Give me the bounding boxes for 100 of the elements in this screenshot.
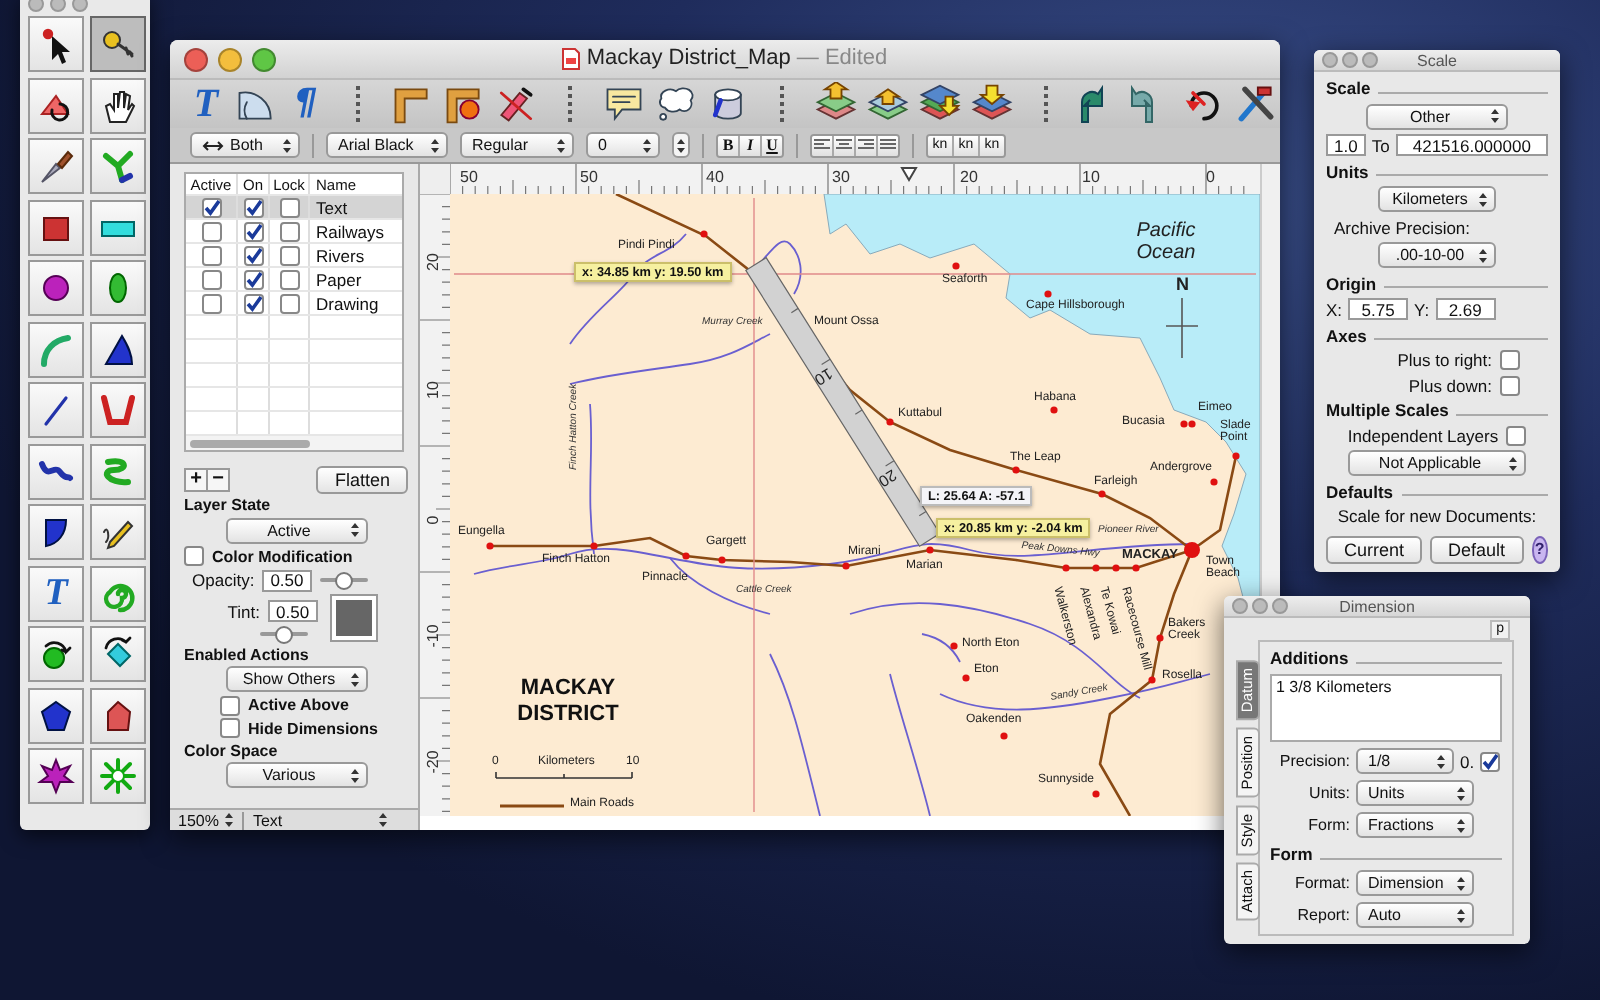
tool-button[interactable] [90,321,146,377]
scale-button[interactable]: Default [1430,535,1524,563]
precision-dropdown[interactable]: .00-10-00 [1378,242,1496,268]
tool-button[interactable] [28,626,84,682]
checkbox-label: Hide Dimensions [248,719,378,737]
enabled-actions-dropdown[interactable]: Show Others [225,666,367,692]
align-button[interactable] [878,135,898,155]
align-button[interactable] [834,135,856,155]
checkbox[interactable] [184,546,204,566]
add-layer-button[interactable]: + [186,469,208,489]
checkbox[interactable] [220,718,240,738]
opacity-field[interactable]: 0.50 [262,569,312,591]
checkbox[interactable] [279,269,299,289]
checkbox[interactable] [279,221,299,241]
font-dropdown[interactable]: Arial Black [326,132,448,158]
tint-field[interactable]: 0.50 [268,600,318,622]
help-button[interactable]: ? [1531,535,1548,563]
origin-x-field[interactable]: 5.75 [1348,298,1409,320]
tool-button[interactable] [28,748,84,804]
checkbox[interactable] [243,197,263,217]
scale-type-dropdown[interactable]: Other [1366,103,1508,129]
checkbox[interactable] [243,269,263,289]
checkbox[interactable] [243,221,263,241]
text-style-glyph[interactable]: T [186,84,226,124]
color-space-dropdown[interactable]: Various [225,762,367,788]
scale-button[interactable]: Current [1326,535,1423,563]
layer-row[interactable]: Railways [186,220,402,244]
multiple-scales-dropdown[interactable]: Not Applicable [1348,450,1526,476]
tool-button[interactable]: T [28,565,84,621]
checkbox[interactable] [201,269,221,289]
font-size-dropdown[interactable]: 0 [586,132,660,158]
toolbar-thought-bubble-button[interactable] [654,82,698,126]
remove-layer-button[interactable]: − [208,469,228,489]
tool-button[interactable] [28,443,84,499]
slider-thumb[interactable] [275,626,293,644]
tool-button[interactable] [28,16,84,72]
text-style-button[interactable]: B [718,135,740,155]
origin-y-field[interactable]: 2.69 [1435,298,1496,320]
units-dropdown[interactable]: Units [1356,780,1474,806]
checkbox[interactable] [243,293,263,313]
units-dropdown[interactable]: Kilometers [1378,186,1496,212]
tool-button[interactable] [28,687,84,743]
layer-row[interactable]: Rivers [186,244,402,268]
color-swatch[interactable] [329,594,378,642]
checkbox[interactable] [201,221,221,241]
tool-button[interactable] [28,138,84,194]
layer-dropdown[interactable]: Text [242,811,389,829]
tool-button[interactable] [90,626,146,682]
tool-button[interactable] [28,199,84,255]
additions-text-area[interactable]: 1 3/8 Kilometers [1270,674,1502,742]
tool-button[interactable] [28,77,84,133]
slider-thumb[interactable] [334,572,353,590]
checkbox[interactable] [1500,375,1520,395]
tool-button[interactable] [90,504,146,560]
checkbox[interactable] [201,293,221,313]
checkbox[interactable] [243,245,263,265]
scrollbar-thumb[interactable] [190,439,310,447]
toolbar-pencil-cross-button[interactable] [494,82,538,126]
tool-button[interactable] [28,260,84,316]
precision-dropdown[interactable]: 1/8 [1356,748,1454,774]
size-stepper[interactable] [672,132,690,158]
checkbox[interactable] [279,293,299,313]
toolbar-corner-ruler-ball-button[interactable] [442,82,486,126]
tool-button[interactable] [90,138,146,194]
checkbox[interactable] [279,245,299,265]
toolbar-tools-button[interactable] [1234,82,1278,126]
scale-to-field[interactable]: 421516.000000 [1395,134,1548,156]
paragraph-glyph[interactable]: ¶ [286,86,326,122]
form-dropdown[interactable]: Fractions [1356,812,1474,838]
tool-button[interactable] [90,16,146,72]
tool-button[interactable] [28,382,84,438]
tool-button[interactable] [28,504,84,560]
checkbox[interactable] [1500,350,1520,370]
text-style-button[interactable]: U [762,135,782,155]
layer-state-dropdown[interactable]: Active [225,517,367,543]
layer-row[interactable]: Text [186,196,402,220]
checkbox[interactable] [201,197,221,217]
report-dropdown[interactable]: Auto [1356,902,1474,928]
layer-row[interactable]: Drawing [186,292,402,316]
checkbox[interactable] [1480,751,1501,771]
tool-button[interactable] [90,77,146,133]
tool-button[interactable] [90,260,146,316]
checkbox[interactable] [201,245,221,265]
checkbox[interactable] [279,197,299,217]
format-dropdown[interactable]: Dimension [1356,870,1474,896]
align-button[interactable] [856,135,878,155]
checkbox[interactable] [220,695,240,715]
flatten-button[interactable]: Flatten [316,465,408,493]
text-style-button[interactable]: I [740,135,762,155]
toolbar-corner-ruler-button[interactable] [390,82,434,126]
tool-button[interactable] [90,199,146,255]
zoom-dropdown[interactable]: 150% [178,811,235,829]
layer-row[interactable]: Paper [186,268,402,292]
align-button[interactable] [812,135,834,155]
scale-from-field[interactable]: 1.0 [1326,134,1366,156]
tool-button[interactable] [90,687,146,743]
toolbar-speech-bubble-button[interactable] [602,82,646,126]
checkbox[interactable] [1506,425,1527,445]
font-style-dropdown[interactable]: Regular [460,132,574,158]
arrow-mode-dropdown[interactable]: Both [190,132,300,158]
